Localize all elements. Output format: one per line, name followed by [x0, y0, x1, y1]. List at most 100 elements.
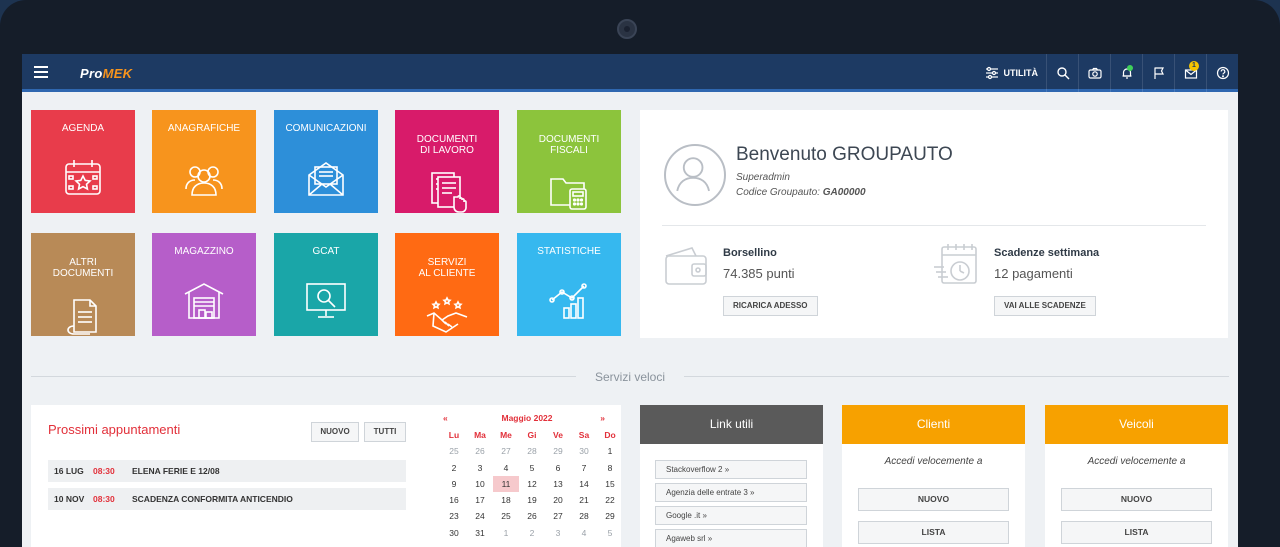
tile-label: STATISTICHE — [537, 246, 601, 257]
calendar-day[interactable]: 25 — [493, 508, 519, 524]
tile-magazzino[interactable]: MAGAZZINO — [152, 233, 256, 336]
sliders-icon — [985, 66, 998, 80]
calendar-day[interactable]: 22 — [597, 492, 623, 508]
calendar-next-button[interactable]: » — [600, 413, 605, 423]
welcome-title: Benvenuto GROUPAUTO — [736, 144, 953, 165]
avatar — [664, 144, 726, 206]
help-button[interactable] — [1206, 54, 1238, 92]
calendar-day[interactable]: 29 — [597, 508, 623, 524]
vehicles-list-button[interactable]: LISTA — [1061, 521, 1212, 544]
flag-button[interactable] — [1142, 54, 1174, 92]
calendar-day[interactable]: 24 — [467, 508, 493, 524]
calendar-day[interactable]: 3 — [545, 525, 571, 541]
mini-calendar: « Maggio 2022 » Lu Ma Me Gi Ve Sa Do 25 26 27 28 29… — [441, 413, 616, 541]
divider — [662, 225, 1206, 226]
calendar-day[interactable]: 15 — [597, 476, 623, 492]
tile-altri-documenti[interactable]: ALTRI DOCUMENTI — [31, 233, 135, 336]
calendar-day[interactable]: 13 — [545, 476, 571, 492]
camera-button[interactable] — [1078, 54, 1110, 92]
calendar-day[interactable]: 27 — [545, 508, 571, 524]
calendar-day[interactable]: 21 — [571, 492, 597, 508]
calendar-day-name: Lu — [448, 430, 460, 440]
tile-servizi-al-cliente[interactable]: SERVIZI AL CLIENTE — [395, 233, 499, 336]
calendar-day[interactable]: 5 — [519, 460, 545, 476]
view-deadlines-button[interactable]: VAI ALLE SCADENZE — [994, 296, 1096, 316]
all-appointments-button[interactable]: TUTTI — [364, 422, 406, 442]
messages-button[interactable]: 1 — [1174, 54, 1206, 92]
tile-comunicazioni[interactable]: COMUNICAZIONI — [274, 110, 378, 213]
recharge-button[interactable]: RICARICA ADESSO — [723, 296, 818, 316]
calendar-day[interactable]: 7 — [571, 460, 597, 476]
clients-subtitle: Accedi velocemente a — [884, 456, 983, 467]
calendar-day[interactable]: 16 — [441, 492, 467, 508]
hamburger-icon[interactable] — [34, 66, 48, 78]
calendar-day[interactable]: 10 — [467, 476, 493, 492]
calendar-day-name: Do — [604, 430, 616, 440]
notification-dot — [1127, 65, 1133, 71]
calendar-day[interactable]: 23 — [441, 508, 467, 524]
user-icon — [676, 157, 710, 192]
calendar-day[interactable]: 17 — [467, 492, 493, 508]
new-vehicle-button[interactable]: NUOVO — [1061, 488, 1212, 511]
clients-list-button[interactable]: LISTA — [858, 521, 1009, 544]
calendar-day[interactable]: 1 — [597, 443, 623, 459]
list-item[interactable]: 10 NOV 08:30 SCADENZA CONFORMITA ANTICEN… — [48, 488, 406, 510]
calendar-day-today[interactable]: 11 — [493, 475, 519, 493]
tile-anagrafiche[interactable]: ANAGRAFICHE — [152, 110, 256, 213]
appointments-card: Prossimi appuntamenti NUOVO TUTTI 16 LUG… — [31, 405, 621, 547]
calendar-day[interactable]: 31 — [467, 525, 493, 541]
utility-menu-button[interactable]: UTILITÀ — [977, 54, 1047, 92]
calendar-day[interactable]: 4 — [493, 460, 519, 476]
link-item[interactable]: Agenzia delle entrate 3 » — [655, 483, 807, 502]
webcam — [617, 19, 637, 39]
wallet-icon — [665, 247, 707, 285]
new-appointment-button[interactable]: NUOVO — [311, 422, 359, 442]
link-item[interactable]: Stackoverflow 2 » — [655, 460, 807, 479]
tile-documenti-fiscali[interactable]: DOCUMENTI FISCALI — [517, 110, 621, 213]
tile-agenda[interactable]: AGENDA — [31, 110, 135, 213]
calendar-day[interactable]: 20 — [545, 492, 571, 508]
calendar-day[interactable]: 4 — [571, 525, 597, 541]
warehouse-icon — [184, 283, 224, 319]
calendar-day[interactable]: 14 — [571, 476, 597, 492]
calendar-day[interactable]: 26 — [519, 508, 545, 524]
link-item[interactable]: Google .it » — [655, 506, 807, 525]
stopwatch-calendar-icon — [934, 244, 977, 284]
calendar-day[interactable]: 19 — [519, 492, 545, 508]
tile-documenti-di-lavoro[interactable]: DOCUMENTI DI LAVORO — [395, 110, 499, 213]
calendar-day[interactable]: 8 — [597, 460, 623, 476]
calendar-day[interactable]: 18 — [493, 492, 519, 508]
calendar-day-name: Ma — [474, 430, 486, 440]
search-button[interactable] — [1046, 54, 1078, 92]
calendar-day[interactable]: 30 — [441, 525, 467, 541]
tile-label: MAGAZZINO — [174, 246, 234, 257]
calendar-day[interactable]: 2 — [519, 525, 545, 541]
calendar-day[interactable]: 1 — [493, 525, 519, 541]
app-logo[interactable]: ProMEK — [80, 66, 132, 81]
new-client-button[interactable]: NUOVO — [858, 488, 1009, 511]
calendar-day[interactable]: 28 — [571, 508, 597, 524]
list-item[interactable]: 16 LUG 08:30 ELENA FERIE E 12/08 — [48, 460, 406, 482]
tile-statistiche[interactable]: STATISTICHE — [517, 233, 621, 336]
calendar-day[interactable]: 25 — [441, 443, 467, 459]
link-item[interactable]: Agaweb srl » — [655, 529, 807, 547]
calendar-day[interactable]: 5 — [597, 525, 623, 541]
notifications-button[interactable] — [1110, 54, 1142, 92]
calendar-day[interactable]: 29 — [545, 443, 571, 459]
calendar-day[interactable]: 30 — [571, 443, 597, 459]
calendar-day[interactable]: 2 — [441, 460, 467, 476]
calendar-day[interactable]: 26 — [467, 443, 493, 459]
calendar-day[interactable]: 27 — [493, 443, 519, 459]
calendar-prev-button[interactable]: « — [443, 413, 448, 423]
calendar-day[interactable]: 9 — [441, 476, 467, 492]
calendar-day[interactable]: 6 — [545, 460, 571, 476]
calendar-day[interactable]: 12 — [519, 476, 545, 492]
divider — [684, 376, 1229, 377]
tile-gcat[interactable]: GCAT — [274, 233, 378, 336]
vehicles-subtitle: Accedi velocemente a — [1087, 456, 1186, 467]
useful-links-card: Link utili Stackoverflow 2 » Agenzia del… — [640, 405, 823, 547]
envelope-icon — [308, 162, 344, 196]
calendar-day[interactable]: 28 — [519, 443, 545, 459]
clients-card: Clienti Accedi velocemente a NUOVO LISTA — [842, 405, 1025, 547]
calendar-day[interactable]: 3 — [467, 460, 493, 476]
